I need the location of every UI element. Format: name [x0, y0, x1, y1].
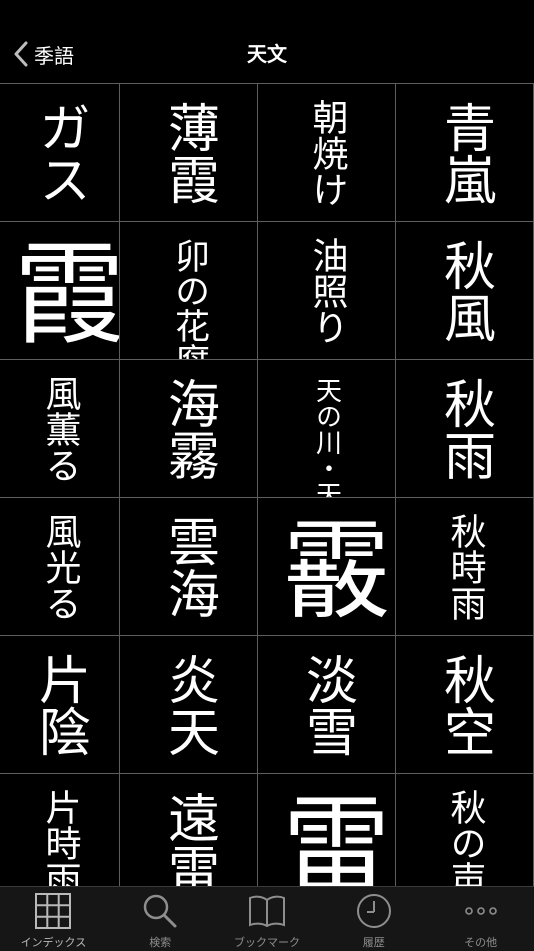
kigo-label: 卯の花腐し: [169, 238, 209, 359]
kigo-label: 秋空: [434, 652, 495, 757]
kigo-cell[interactable]: 薄霞: [120, 84, 257, 221]
tab-label: ブックマーク: [233, 936, 300, 949]
tab-label: その他: [464, 936, 498, 949]
kigo-cell[interactable]: 炎天: [120, 636, 257, 773]
kigo-cell[interactable]: 霰: [258, 498, 395, 635]
tab-search[interactable]: 検索: [107, 887, 214, 951]
clock-icon: [356, 894, 391, 928]
kigo-cell[interactable]: 秋雨: [396, 360, 533, 497]
kigo-cell[interactable]: 雲海: [120, 498, 257, 635]
navigation-bar: 季語 天文: [0, 0, 534, 83]
kigo-cell[interactable]: 片時雨: [0, 774, 119, 886]
tab-history[interactable]: 履歴: [320, 887, 427, 951]
kigo-cell[interactable]: 淡雪: [258, 636, 395, 773]
page-title: 天文: [247, 42, 287, 66]
tab-more[interactable]: その他: [427, 887, 534, 951]
kigo-cell[interactable]: 遠雷: [120, 774, 257, 886]
kigo-label: 霞: [0, 234, 119, 347]
kigo-cell[interactable]: 風光る: [0, 498, 119, 635]
kigo-cell[interactable]: 秋時雨: [396, 498, 533, 635]
tab-bar: インデックス 検索 ブックマーク 履歴 その他: [0, 886, 534, 951]
book-icon: [248, 895, 285, 928]
kigo-label: 淡雪: [296, 652, 357, 757]
kigo-label: 風薫る: [39, 374, 81, 483]
kigo-label: 雷: [264, 788, 390, 887]
kigo-cell[interactable]: 秋風: [396, 222, 533, 359]
kigo-label: 薄霞: [158, 100, 219, 205]
kigo-cell[interactable]: 天の川・天漢・銀漢: [258, 360, 395, 497]
kigo-cell[interactable]: 海霧: [120, 360, 257, 497]
kigo-label: 片陰: [29, 652, 90, 757]
kigo-cell[interactable]: 片陰: [0, 636, 119, 773]
kigo-label: 朝焼け: [306, 98, 348, 207]
kigo-cell[interactable]: 油照り: [258, 222, 395, 359]
kigo-label: 秋雨: [434, 376, 495, 481]
kigo-label: 秋時雨: [444, 512, 486, 621]
kigo-label: 天の川・天漢・銀漢: [311, 376, 342, 498]
grid-icon: [35, 893, 72, 929]
kigo-cell[interactable]: ガス: [0, 84, 119, 221]
kigo-grid: ガス 薄霞 朝焼け 青嵐 霞 卯の花腐し 油照り 秋風 風薫る 海霧 天の川・天…: [0, 83, 533, 886]
kigo-label: 雲海: [158, 514, 219, 619]
kigo-cell[interactable]: 朝焼け: [258, 84, 395, 221]
more-icon: [464, 907, 497, 915]
kigo-label: 霰: [264, 512, 390, 621]
tab-label: インデックス: [20, 936, 87, 949]
kigo-grid-scroll[interactable]: ガス 薄霞 朝焼け 青嵐 霞 卯の花腐し 油照り 秋風 風薫る 海霧 天の川・天…: [0, 83, 534, 886]
kigo-label: 秋風: [434, 238, 495, 343]
kigo-label: 片時雨: [39, 788, 81, 887]
kigo-label: 海霧: [158, 376, 219, 481]
search-icon: [143, 894, 177, 928]
kigo-label: 秋の声: [444, 788, 486, 887]
kigo-cell[interactable]: 秋の声: [396, 774, 533, 886]
kigo-label: 油照り: [306, 236, 348, 345]
kigo-label: ガス: [29, 100, 90, 205]
tab-label: 検索: [149, 936, 172, 949]
kigo-label: 遠雷: [158, 790, 219, 887]
kigo-label: 炎天: [158, 652, 219, 757]
kigo-cell[interactable]: 霞: [0, 222, 119, 359]
kigo-cell[interactable]: 風薫る: [0, 360, 119, 497]
kigo-cell[interactable]: 卯の花腐し: [120, 222, 257, 359]
tab-label: 履歴: [362, 936, 385, 949]
kigo-cell[interactable]: 雷: [258, 774, 395, 886]
kigo-cell[interactable]: 青嵐: [396, 84, 533, 221]
kigo-label: 青嵐: [434, 100, 495, 205]
kigo-cell[interactable]: 秋空: [396, 636, 533, 773]
tab-bookmark[interactable]: ブックマーク: [214, 887, 321, 951]
kigo-label: 風光る: [39, 512, 81, 621]
tab-index[interactable]: インデックス: [0, 887, 107, 951]
